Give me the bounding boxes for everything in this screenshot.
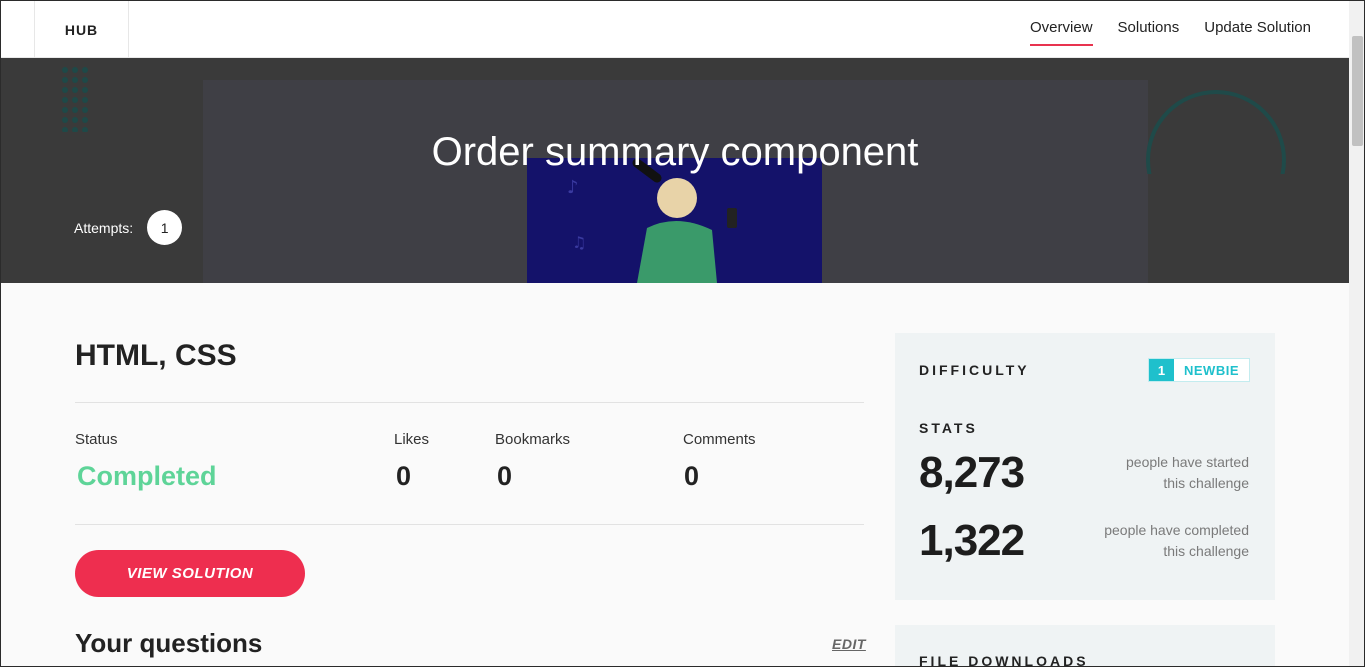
comments-value: 0: [684, 461, 700, 491]
hero-illustration: ♪ ♫: [527, 158, 822, 283]
file-downloads-label: FILE DOWNLOADS: [919, 653, 1089, 667]
difficulty-name: NEWBIE: [1184, 362, 1239, 378]
likes-label: Likes: [394, 431, 430, 448]
likes-value: 0: [396, 461, 412, 491]
status-label: Status: [75, 431, 118, 448]
difficulty-label: DIFFICULTY: [919, 362, 1030, 378]
challenge-title: Order summary component: [431, 130, 919, 174]
divider: [75, 524, 864, 525]
divider: [75, 402, 864, 403]
view-solution-button[interactable]: VIEW SOLUTION: [75, 550, 305, 597]
page: HUB Overview Solutions Update Solution ♪…: [0, 0, 1365, 667]
completed-count: 1,322: [919, 516, 1025, 565]
completed-caption: people have completed this challenge: [1079, 520, 1249, 562]
dots-decoration: [62, 67, 88, 132]
attempts-count-badge: 1: [147, 210, 183, 245]
top-nav: HUB Overview Solutions Update Solution: [1, 1, 1349, 58]
bookmarks-value: 0: [497, 461, 513, 491]
hero-banner: ♪ ♫ Order summary component Attempts: 1: [1, 58, 1349, 283]
started-caption: people have started this challenge: [1079, 452, 1249, 494]
bookmarks-label: Bookmarks: [495, 431, 571, 448]
svg-text:♫: ♫: [572, 233, 586, 252]
started-caption-line1: people have started: [1126, 454, 1249, 470]
your-questions-heading: Your questions: [75, 628, 263, 658]
nav-solutions[interactable]: Solutions: [1118, 19, 1180, 40]
scrollbar-thumb[interactable]: [1352, 36, 1363, 146]
started-count: 8,273: [919, 448, 1025, 497]
vertical-scrollbar[interactable]: [1349, 1, 1364, 666]
challenge-info-card: DIFFICULTY 1 NEWBIE STATS 8,273 people h…: [895, 333, 1275, 600]
completed-caption-line2: this challenge: [1163, 543, 1249, 559]
comments-label: Comments: [683, 431, 756, 448]
nav-update-solution[interactable]: Update Solution: [1204, 19, 1311, 40]
svg-text:♪: ♪: [567, 177, 579, 198]
brand-logo[interactable]: HUB: [34, 1, 129, 58]
completed-caption-line1: people have completed: [1104, 522, 1249, 538]
nav-overview[interactable]: Overview: [1030, 19, 1093, 46]
started-caption-line2: this challenge: [1163, 475, 1249, 491]
status-value: Completed: [77, 461, 217, 491]
difficulty-badge: 1 NEWBIE: [1148, 358, 1250, 382]
difficulty-level: 1: [1149, 359, 1174, 381]
stats-label: STATS: [919, 420, 978, 436]
file-downloads-card: FILE DOWNLOADS: [895, 625, 1275, 667]
attempts-label: Attempts:: [74, 219, 134, 236]
tech-stack: HTML, CSS: [75, 339, 237, 372]
nav-links: Overview Solutions Update Solution: [1030, 1, 1311, 58]
edit-questions-link[interactable]: EDIT: [832, 636, 866, 652]
attempts: Attempts: 1: [74, 210, 183, 245]
